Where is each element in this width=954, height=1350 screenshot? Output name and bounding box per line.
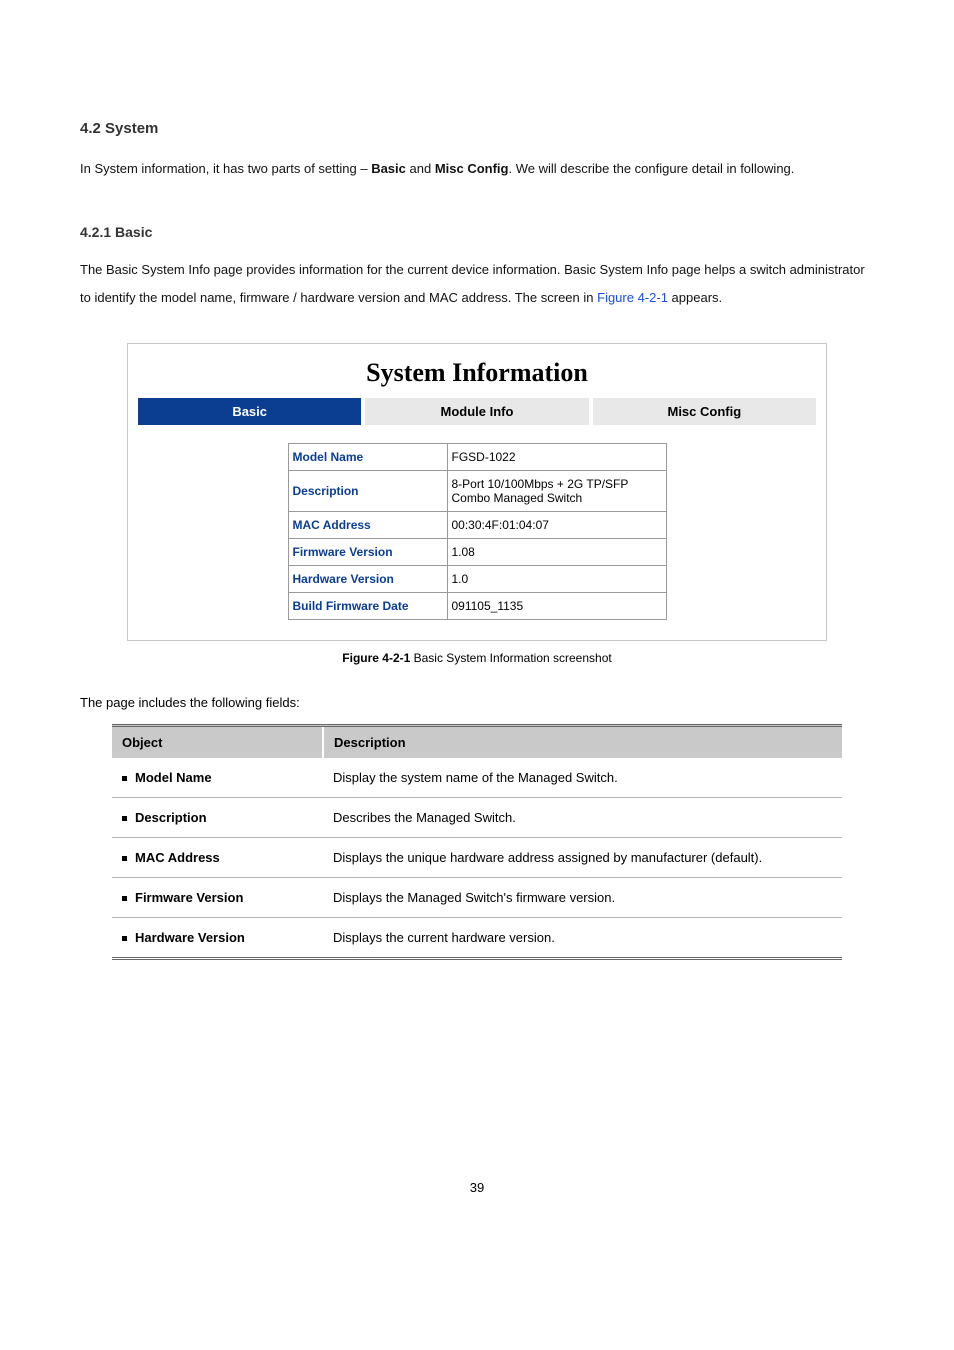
page-number: 39 [80,1180,874,1195]
field-label-hardware-version: Hardware Version [135,930,245,945]
subsection-heading: 4.2.1 Basic [80,224,874,240]
value-model-name: FGSD-1022 [447,443,666,470]
value-firmware-version: 1.08 [447,538,666,565]
header-description: Description [323,725,842,758]
tab-module-info[interactable]: Module Info [365,398,592,425]
field-desc-hardware-version: Displays the current hardware version. [323,917,842,958]
field-row-description: Description Describes the Managed Switch… [112,797,842,837]
field-label-cell: Model Name [112,758,323,798]
label-description: Description [288,470,447,511]
bullet-icon [122,776,127,781]
intro-text-e: . We will describe the configure detail … [508,161,794,176]
panel-title: System Information [138,358,816,388]
field-desc-model-name: Display the system name of the Managed S… [323,758,842,798]
system-info-table: Model Name FGSD-1022 Description 8-Port … [288,443,667,620]
field-label-mac-address: MAC Address [135,850,220,865]
row-hardware-version: Hardware Version 1.0 [288,565,666,592]
subsection-text-a: The Basic System Info page provides info… [80,262,865,306]
field-label-firmware-version: Firmware Version [135,890,243,905]
label-mac-address: MAC Address [288,511,447,538]
intro-text-c: and [406,161,435,176]
field-label-cell: Firmware Version [112,877,323,917]
section-intro: In System information, it has two parts … [80,155,874,184]
field-desc-description: Describes the Managed Switch. [323,797,842,837]
field-row-firmware-version: Firmware Version Displays the Managed Sw… [112,877,842,917]
bullet-icon [122,816,127,821]
section-heading: 4.2 System [80,120,874,137]
intro-bold-misc: Misc Config [435,161,509,176]
label-build-date: Build Firmware Date [288,592,447,619]
system-info-panel: System Information Basic Module Info Mis… [127,343,827,641]
label-firmware-version: Firmware Version [288,538,447,565]
fields-intro: The page includes the following fields: [80,695,874,710]
caption-prefix: Figure 4-2-1 [342,651,410,665]
row-mac-address: MAC Address 00:30:4F:01:04:07 [288,511,666,538]
label-hardware-version: Hardware Version [288,565,447,592]
fields-header-row: Object Description [112,725,842,758]
field-label-model-name: Model Name [135,770,212,785]
value-description: 8-Port 10/100Mbps + 2G TP/SFP Combo Mana… [447,470,666,511]
tab-row: Basic Module Info Misc Config [138,398,816,425]
field-label-cell: Description [112,797,323,837]
field-row-hardware-version: Hardware Version Displays the current ha… [112,917,842,958]
row-build-date: Build Firmware Date 091105_1135 [288,592,666,619]
row-description: Description 8-Port 10/100Mbps + 2G TP/SF… [288,470,666,511]
intro-bold-basic: Basic [371,161,406,176]
tab-basic[interactable]: Basic [138,398,365,425]
label-model-name: Model Name [288,443,447,470]
field-label-description: Description [135,810,207,825]
field-desc-firmware-version: Displays the Managed Switch's firmware v… [323,877,842,917]
subsection-text-b: appears. [668,290,722,305]
row-firmware-version: Firmware Version 1.08 [288,538,666,565]
value-hardware-version: 1.0 [447,565,666,592]
figure-link[interactable]: Figure 4-2-1 [597,290,668,305]
caption-text: Basic System Information screenshot [410,651,611,665]
field-row-mac-address: MAC Address Displays the unique hardware… [112,837,842,877]
intro-text-a: In System information, it has two parts … [80,161,371,176]
figure-caption: Figure 4-2-1 Basic System Information sc… [80,651,874,665]
bullet-icon [122,896,127,901]
field-desc-mac-address: Displays the unique hardware address ass… [323,837,842,877]
bullet-icon [122,936,127,941]
row-model-name: Model Name FGSD-1022 [288,443,666,470]
bullet-icon [122,856,127,861]
value-mac-address: 00:30:4F:01:04:07 [447,511,666,538]
field-row-model-name: Model Name Display the system name of th… [112,758,842,798]
header-object: Object [112,725,323,758]
field-label-cell: MAC Address [112,837,323,877]
tab-misc-config[interactable]: Misc Config [593,398,816,425]
subsection-body: The Basic System Info page provides info… [80,256,874,313]
page-container: 4.2 System In System information, it has… [0,0,954,1255]
field-label-cell: Hardware Version [112,917,323,958]
fields-table: Object Description Model Name Display th… [112,724,842,960]
value-build-date: 091105_1135 [447,592,666,619]
